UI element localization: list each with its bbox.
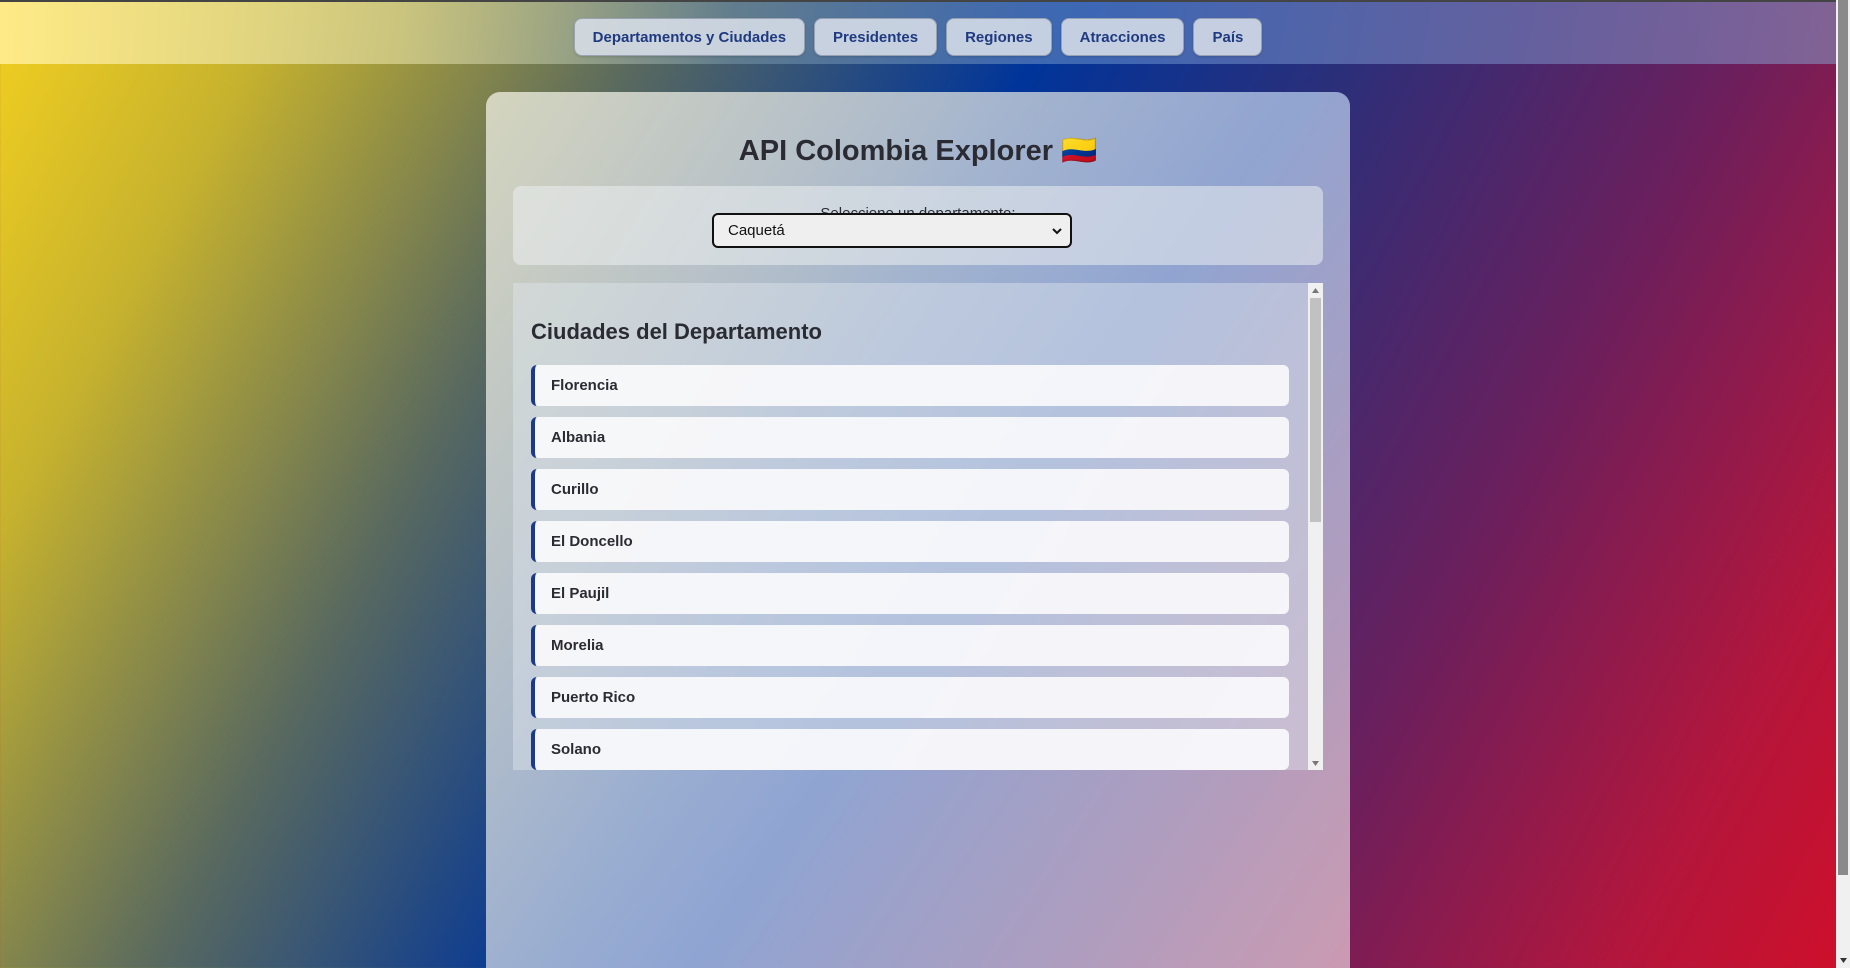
main-panel: API Colombia Explorer 🇨🇴 Seleccione un d… — [486, 92, 1350, 968]
nav-departamentos-button[interactable]: Departamentos y Ciudades — [573, 18, 806, 56]
cities-heading: Ciudades del Departamento — [531, 319, 822, 344]
page-scroll-thumb[interactable] — [1838, 0, 1848, 875]
city-list-item[interactable]: Solano — [531, 729, 1289, 770]
city-list-item[interactable]: El Doncello — [531, 521, 1289, 562]
nav-pais-button[interactable]: País — [1193, 18, 1263, 56]
cities-scroll-thumb[interactable] — [1310, 298, 1321, 522]
nav-regiones-button[interactable]: Regiones — [946, 18, 1052, 56]
cities-scrollbar[interactable] — [1308, 283, 1323, 770]
scroll-up-arrow-icon[interactable] — [1311, 286, 1320, 295]
chevron-down-icon — [1052, 228, 1062, 235]
nav-presidentes-button[interactable]: Presidentes — [814, 18, 938, 56]
city-list-item[interactable]: Morelia — [531, 625, 1289, 666]
scroll-down-arrow-icon[interactable] — [1839, 956, 1848, 965]
city-list-item[interactable]: Puerto Rico — [531, 677, 1289, 718]
city-list-item[interactable]: El Paujil — [531, 573, 1289, 614]
scroll-down-arrow-icon[interactable] — [1311, 759, 1320, 768]
department-select[interactable]: Caquetá — [712, 213, 1072, 248]
top-navigation: Departamentos y Ciudades Presidentes Reg… — [0, 0, 1836, 64]
city-list-item[interactable]: Albania — [531, 417, 1289, 458]
department-select-value: Caquetá — [728, 222, 785, 239]
nav-atracciones-button[interactable]: Atracciones — [1060, 18, 1185, 56]
city-list-item[interactable]: Curillo — [531, 469, 1289, 510]
page-scrollbar[interactable] — [1836, 0, 1850, 968]
city-list-item[interactable]: Florencia — [531, 365, 1289, 406]
page-title: API Colombia Explorer 🇨🇴 — [738, 135, 1098, 167]
cities-list-container[interactable]: Ciudades del Departamento Florencia Alba… — [513, 283, 1323, 770]
